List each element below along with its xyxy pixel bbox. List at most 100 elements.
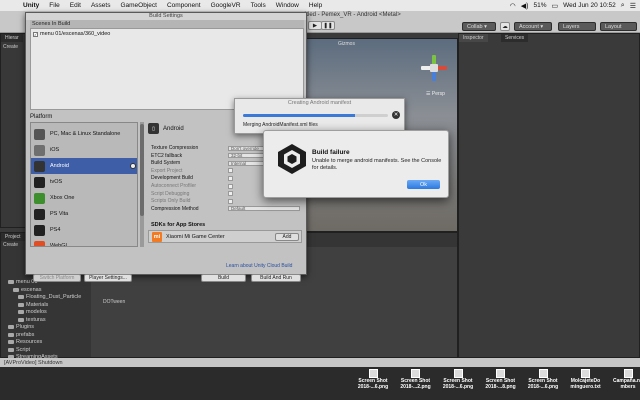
build-button[interactable]: Build <box>201 274 246 282</box>
menu-gameobject[interactable]: GameObject <box>115 2 162 9</box>
file-thumbnail-icon <box>411 369 420 378</box>
menu-window[interactable]: Window <box>271 2 304 9</box>
collab-dropdown[interactable]: Collab ▾ <box>462 22 496 31</box>
setting-checkbox[interactable] <box>228 198 233 204</box>
platform-item-pc-mac-linux[interactable]: PC, Mac & Linux Standalone <box>31 126 137 142</box>
switch-platform-button[interactable]: Switch Platform <box>33 274 81 282</box>
hierarchy-tab[interactable]: Hierar <box>1 34 23 42</box>
project-folder-item[interactable]: Materials <box>18 302 48 308</box>
gizmos-dropdown[interactable]: Gizmos <box>338 41 355 47</box>
progress-title: Creating Android manifest <box>287 100 352 106</box>
menu-googlevr[interactable]: GoogleVR <box>206 2 246 9</box>
platform-item-webgl-html5[interactable]: WebGL <box>31 238 137 246</box>
project-create-button[interactable]: Create <box>3 242 18 248</box>
desktop-file[interactable]: Campaña.nu mbers <box>606 367 640 400</box>
battery-percent[interactable]: 51% <box>534 2 547 9</box>
ps-vita-icon <box>34 208 45 220</box>
platform-item-ps-vita[interactable]: PS Vita <box>31 206 137 222</box>
account-dropdown[interactable]: Account ▾ <box>514 22 552 31</box>
setting-checkbox[interactable] <box>228 183 233 189</box>
setting-checkbox[interactable] <box>228 168 233 174</box>
project-folder-item[interactable]: Script <box>8 347 30 353</box>
project-folder-item[interactable]: texturas <box>18 317 46 323</box>
progress-fill <box>243 114 355 117</box>
file-name-line2: 2018-...2.png <box>400 384 431 390</box>
inspector-tab[interactable]: Inspector <box>459 34 488 42</box>
menu-unity[interactable]: Unity <box>18 2 44 9</box>
setting-label: Script Debugging <box>151 190 190 197</box>
file-thumbnail-icon <box>623 369 633 378</box>
ps4-icon <box>34 224 45 236</box>
project-folder-item[interactable]: Floating_Dust_Particle <box>18 294 81 300</box>
player-settings-button[interactable]: Player Settings... <box>84 274 132 282</box>
file-thumbnail-icon <box>453 369 463 378</box>
build-and-run-button[interactable]: Build And Run <box>251 274 301 282</box>
file-name-line2: 2018-...6.png <box>527 384 559 390</box>
folder-icon <box>8 332 14 337</box>
status-bar[interactable]: [AVProVideo] Shutdown <box>0 358 640 367</box>
folder-label: Resources <box>16 339 43 345</box>
unity-logo-icon <box>278 144 306 174</box>
project-tab[interactable]: Project <box>1 233 25 241</box>
search-icon[interactable]: ⌕ <box>621 2 625 10</box>
scrollbar-thumb[interactable] <box>140 124 144 216</box>
project-folder-item[interactable]: prefabs <box>8 332 34 338</box>
services-tab[interactable]: Services <box>501 34 529 42</box>
menu-component[interactable]: Component <box>162 2 206 9</box>
cancel-icon[interactable]: ✕ <box>392 111 400 119</box>
scene-row[interactable]: ✓ menu 01/escenas/360_video <box>33 31 110 37</box>
project-folder-item[interactable]: escenas <box>13 287 42 293</box>
play-button[interactable]: ▶ <box>308 21 322 30</box>
menu-edit[interactable]: Edit <box>65 2 86 9</box>
setting-dropdown[interactable]: Default <box>228 206 300 212</box>
scene-orientation-gizmo[interactable] <box>421 55 447 81</box>
cloud-build-link[interactable]: Learn about Unity Cloud Build <box>226 263 292 269</box>
menu-assets[interactable]: Assets <box>86 2 116 9</box>
desktop-file[interactable]: MolcajeteDo minguero.txt <box>564 367 608 400</box>
setting-checkbox[interactable] <box>228 191 233 197</box>
desktop-file[interactable]: Screen Shot 2018-...2.png <box>394 367 438 400</box>
pc-mac-linux-icon <box>34 128 45 140</box>
file-name-line2: 2018-...8.png <box>485 384 516 390</box>
notification-center-icon[interactable]: ☰ <box>630 2 636 10</box>
build-settings-title: Build Settings <box>26 13 306 20</box>
folder-label: Script <box>16 346 31 353</box>
project-folder-item[interactable]: Resources <box>8 339 42 345</box>
sdk-add-button[interactable]: Add <box>275 233 299 241</box>
platform-list-scrollbar[interactable] <box>140 122 144 247</box>
pause-button[interactable]: ❚❚ <box>321 21 335 30</box>
folder-icon <box>18 317 24 322</box>
clock[interactable]: Wed Jun 20 10:52 <box>563 2 616 9</box>
layout-dropdown[interactable]: Layout <box>600 22 637 31</box>
xiaomi-mi-logo: mi <box>152 231 162 242</box>
hierarchy-create-button[interactable]: Create <box>3 44 18 50</box>
folder-label: escenas <box>21 286 42 293</box>
project-folder-item[interactable]: modelos <box>18 309 47 315</box>
battery-icon[interactable]: ▭ <box>552 2 559 10</box>
platform-label: PC, Mac & Linux Standalone <box>50 131 121 137</box>
menu-tools[interactable]: Tools <box>246 2 271 9</box>
ok-button[interactable]: Ok <box>407 180 440 189</box>
platform-item-tvos[interactable]: tvOS <box>31 174 137 190</box>
volume-icon[interactable]: ◀) <box>521 2 529 10</box>
platform-item-ios[interactable]: iOS <box>31 142 137 158</box>
persp-label[interactable]: ☰ Persp <box>426 91 445 97</box>
menu-file[interactable]: File <box>44 2 64 9</box>
desktop-file[interactable]: Screen Shot 2018-...6.png <box>436 367 480 400</box>
sdk-row: mi Xiaomi Mi Game Center Add <box>148 230 302 243</box>
desktop-file[interactable]: Screen Shot 2018-...6.png <box>521 367 565 400</box>
cloud-icon[interactable]: ☁ <box>500 22 510 31</box>
scene-checkbox[interactable]: ✓ <box>33 31 38 37</box>
menu-help[interactable]: Help <box>304 2 327 9</box>
platform-item-android[interactable]: Android <box>31 158 137 174</box>
setting-label: Compression Method <box>151 205 199 212</box>
project-folder-item[interactable]: Plugins <box>8 324 34 330</box>
platform-item-xbox[interactable]: Xbox One <box>31 190 137 206</box>
setting-checkbox[interactable] <box>228 175 233 181</box>
asset-dotween[interactable]: DOTween <box>103 299 125 305</box>
desktop-file[interactable]: Screen Shot 2018-...8.png <box>479 367 523 400</box>
wifi-icon[interactable]: ◠ <box>510 2 516 10</box>
layers-dropdown[interactable]: Layers <box>558 22 596 31</box>
desktop-file[interactable]: Screen Shot 2018-...6.png <box>351 367 395 400</box>
platform-item-ps4[interactable]: PS4 <box>31 222 137 238</box>
